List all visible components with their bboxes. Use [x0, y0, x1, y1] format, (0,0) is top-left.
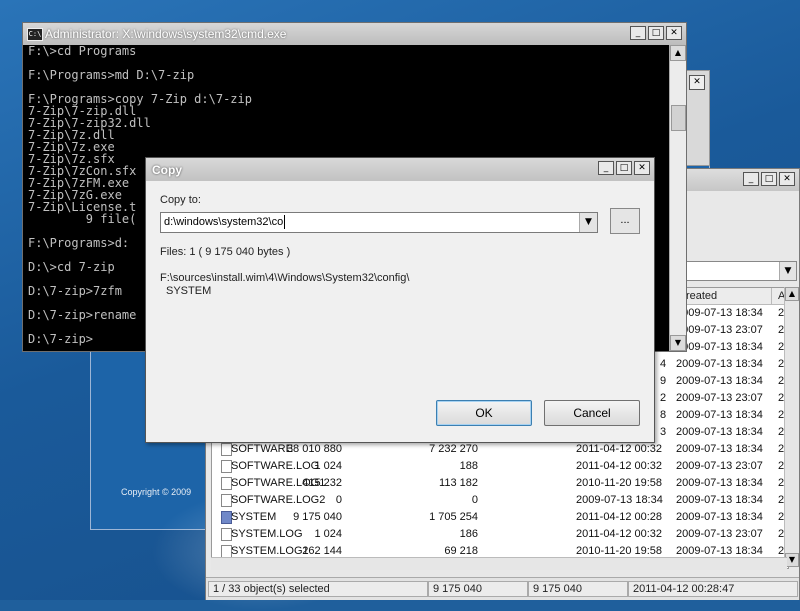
minimize-icon[interactable]: _ — [743, 172, 759, 186]
console-line: F:\Programs>md D:\7-zip — [28, 68, 195, 82]
maximize-icon[interactable]: □ — [761, 172, 777, 186]
copy-to-label: Copy to: — [160, 194, 201, 206]
cell-created: 2009-07-13 18:34 — [676, 511, 763, 523]
cell-created: 2009-07-13 18:34 — [676, 426, 763, 438]
cell-created: 2009-07-13 18:34 — [676, 477, 763, 489]
cell-created: 2009-07-13 23:07 — [676, 324, 763, 336]
cell-size: 9 175 040 — [293, 511, 342, 523]
source-file: SYSTEM — [166, 285, 212, 297]
close-icon[interactable]: ✕ — [779, 172, 795, 186]
cell-size: 0 — [335, 494, 342, 506]
cell-created: 2009-07-13 18:34 — [676, 409, 763, 421]
dialog-title: Copy — [152, 163, 182, 177]
files-info: Files: 1 ( 9 175 040 bytes ) — [160, 246, 291, 258]
minimize-icon[interactable]: _ — [630, 26, 646, 40]
minimize-icon[interactable]: _ — [598, 161, 614, 175]
table-row[interactable]: SOFTWARE.LOG2 0 0 2009-07-13 18:34 2009-07-1… — [212, 492, 788, 509]
cell-created: 2009-07-13 23:07 — [676, 460, 763, 472]
cell-fragment: 8 — [660, 409, 667, 421]
scroll-up-icon[interactable]: ▲ — [785, 287, 799, 301]
cell-packed: 188 — [459, 460, 478, 472]
cell-modified: 2011-04-12 00:32 — [576, 460, 663, 472]
cancel-button[interactable]: Cancel — [544, 400, 640, 426]
chevron-down-icon[interactable]: ▼ — [779, 262, 796, 280]
cmd-title: Administrator: X:\windows\system32\cmd.e… — [45, 27, 287, 41]
copy-dialog[interactable]: Copy _ □ ✕ Copy to: d:\windows\system32\… — [145, 157, 655, 443]
cell-packed: 69 218 — [444, 545, 478, 557]
cell-fragment: 4 — [660, 358, 667, 370]
cell-created: 2009-07-13 18:34 — [676, 494, 763, 506]
cell-fragment: 9 — [660, 375, 667, 387]
cell-created: 2009-07-13 18:34 — [676, 545, 763, 557]
cell-size: 38 010 880 — [286, 443, 342, 455]
scroll-up-icon[interactable]: ▲ — [670, 45, 686, 61]
browse-button[interactable]: ... — [610, 208, 640, 234]
status-selection: 1 / 33 object(s) selected — [208, 581, 428, 597]
setup-copyright: Copyright © 2009 — [121, 487, 192, 497]
cell-fragment: 2 — [660, 392, 667, 404]
cell-created: 2009-07-13 23:07 — [676, 528, 763, 540]
table-row[interactable]: SOFTWARE.LOG 1 024 188 2011-04-12 00:32 2009… — [212, 458, 788, 475]
cell-created: 2009-07-13 18:34 — [676, 443, 763, 455]
chevron-down-icon[interactable]: ▼ — [579, 213, 597, 232]
close-icon[interactable]: ✕ — [666, 26, 682, 40]
cell-size: 1 024 — [314, 460, 342, 472]
cmd-icon: C:\ — [27, 28, 43, 41]
file-list-scrollbar[interactable]: ▲ ▼ — [784, 287, 799, 567]
close-icon[interactable]: ✕ — [689, 75, 705, 90]
cell-packed: 186 — [459, 528, 478, 540]
cell-modified: 2011-04-12 00:32 — [576, 528, 663, 540]
table-row[interactable]: SOFTWARE 38 010 880 7 232 270 2011-04-12 00… — [212, 441, 788, 458]
ok-button[interactable]: OK — [436, 400, 532, 426]
table-row[interactable]: SYSTEM.LOG 1 024 186 2011-04-12 00:32 2009-0… — [212, 526, 788, 543]
console-line: F:\>cd Programs — [28, 45, 137, 58]
cell-size: 1 024 — [314, 528, 342, 540]
cell-packed: 1 705 254 — [429, 511, 478, 523]
cell-created: 2009-07-13 18:34 — [676, 341, 763, 353]
cell-packed: 7 232 270 — [429, 443, 478, 455]
window-controls: _ □ ✕ — [630, 26, 682, 40]
cell-modified: 2010-11-20 19:58 — [576, 545, 663, 557]
maximize-icon[interactable]: □ — [616, 161, 632, 175]
cell-modified: 2011-04-12 00:28 — [576, 511, 663, 523]
cell-size: 262 144 — [302, 545, 342, 557]
status-bar: 1 / 33 object(s) selected 9 175 040 9 17… — [206, 577, 799, 600]
maximize-icon[interactable]: □ — [648, 26, 664, 40]
cell-modified: 2011-04-12 00:32 — [576, 443, 663, 455]
table-row[interactable]: SYSTEM 9 175 040 1 705 254 2011-04-12 00:28… — [212, 509, 788, 526]
close-icon[interactable]: ✕ — [634, 161, 650, 175]
text-caret — [284, 215, 285, 229]
console-scrollbar[interactable]: ▲ ▼ — [669, 45, 686, 351]
scroll-thumb[interactable] — [671, 105, 686, 131]
cell-packed: 113 182 — [439, 477, 478, 489]
window-controls: _ □ ✕ — [598, 161, 650, 175]
status-modified: 2011-04-12 00:28:47 — [628, 581, 798, 597]
cell-modified: 2010-11-20 19:58 — [576, 477, 663, 489]
horizontal-scrollbar[interactable] — [211, 557, 787, 570]
column-header-created[interactable]: Created — [672, 288, 772, 305]
cell-packed: 0 — [471, 494, 478, 506]
console-line: 7-Zip\7z.exe — [28, 140, 115, 154]
cmd-titlebar[interactable]: C:\ Administrator: X:\windows\system32\c… — [23, 23, 686, 45]
destination-combobox[interactable]: d:\windows\system32\co ▼ — [160, 212, 598, 233]
scroll-down-icon[interactable]: ▼ — [670, 335, 686, 351]
dialog-titlebar[interactable]: Copy _ □ ✕ — [146, 158, 654, 181]
status-packed: 9 175 040 — [528, 581, 628, 597]
source-path: F:\sources\install.wim\4\Windows\System3… — [160, 272, 410, 284]
cell-created: 2009-07-13 18:34 — [676, 358, 763, 370]
cell-size: 415 232 — [302, 477, 342, 489]
cell-created: 2009-07-13 18:34 — [676, 307, 763, 319]
console-line: 7-Zip\7-zip32.dll — [28, 116, 151, 130]
status-size: 9 175 040 — [428, 581, 528, 597]
table-row[interactable]: SOFTWARE.LOG1 415 232 113 182 2010-11-20 19… — [212, 475, 788, 492]
cell-fragment: 3 — [660, 426, 667, 438]
cell-created: 2009-07-13 18:34 — [676, 375, 763, 387]
cell-modified: 2009-07-13 18:34 — [576, 494, 663, 506]
console-line: 7-Zip\7z.dll — [28, 128, 115, 142]
destination-input[interactable]: d:\windows\system32\co — [164, 216, 283, 228]
scroll-down-icon[interactable]: ▼ — [785, 553, 799, 567]
cell-created: 2009-07-13 23:07 — [676, 392, 763, 404]
window-controls: _ □ ✕ — [743, 172, 795, 186]
